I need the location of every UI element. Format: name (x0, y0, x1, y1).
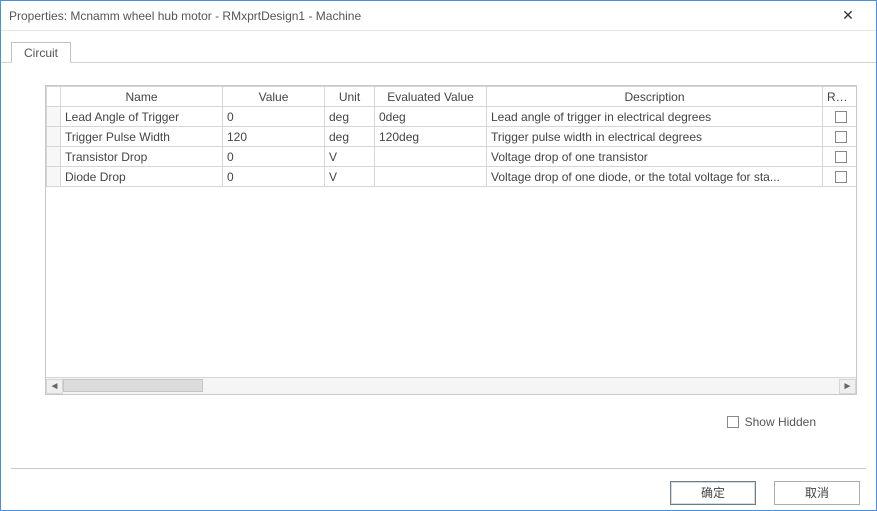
header-handle (47, 87, 61, 107)
cell-value[interactable]: 0 (223, 107, 325, 127)
horizontal-scrollbar[interactable]: ◄ ► (46, 377, 856, 394)
row-handle[interactable] (47, 127, 61, 147)
header-name[interactable]: Name (61, 87, 223, 107)
cell-name: Lead Angle of Trigger (61, 107, 223, 127)
row-handle[interactable] (47, 147, 61, 167)
cell-read[interactable] (823, 167, 857, 187)
cell-unit[interactable]: deg (325, 107, 375, 127)
titlebar: Properties: Mcnamm wheel hub motor - RMx… (1, 1, 876, 31)
tab-strip: Circuit (1, 31, 876, 63)
read-checkbox[interactable] (835, 131, 847, 143)
header-description[interactable]: Description (487, 87, 823, 107)
cell-evaluated: 120deg (375, 127, 487, 147)
grid-table: Name Value Unit Evaluated Value Descript… (46, 86, 856, 187)
row-handle[interactable] (47, 167, 61, 187)
table-row[interactable]: Lead Angle of Trigger0deg0degLead angle … (47, 107, 857, 127)
window-title: Properties: Mcnamm wheel hub motor - RMx… (9, 9, 361, 23)
cell-evaluated (375, 167, 487, 187)
cell-read[interactable] (823, 127, 857, 147)
content-area: Name Value Unit Evaluated Value Descript… (1, 63, 876, 458)
chevron-left-icon: ◄ (50, 381, 60, 392)
cell-name: Transistor Drop (61, 147, 223, 167)
ok-button-label: 确定 (701, 484, 725, 501)
tab-circuit[interactable]: Circuit (11, 42, 71, 63)
cell-description: Voltage drop of one diode, or the total … (487, 167, 823, 187)
tab-label: Circuit (24, 46, 58, 60)
cell-name: Diode Drop (61, 167, 223, 187)
show-hidden-row: Show Hidden (45, 395, 866, 429)
cell-description: Trigger pulse width in electrical degree… (487, 127, 823, 147)
cell-value[interactable]: 0 (223, 147, 325, 167)
cell-value[interactable]: 0 (223, 167, 325, 187)
grid-header-row: Name Value Unit Evaluated Value Descript… (47, 87, 857, 107)
cell-read[interactable] (823, 147, 857, 167)
table-row[interactable]: Transistor Drop0V Voltage drop of one tra… (47, 147, 857, 167)
cell-description: Voltage drop of one transistor (487, 147, 823, 167)
read-checkbox[interactable] (835, 151, 847, 163)
show-hidden-checkbox[interactable] (727, 416, 739, 428)
header-value[interactable]: Value (223, 87, 325, 107)
cell-name: Trigger Pulse Width (61, 127, 223, 147)
show-hidden-label: Show Hidden (745, 415, 816, 429)
table-row[interactable]: Diode Drop0V Voltage drop of one diode, o… (47, 167, 857, 187)
row-handle[interactable] (47, 107, 61, 127)
close-button[interactable]: ✕ (828, 2, 868, 30)
cell-read[interactable] (823, 107, 857, 127)
cell-unit[interactable]: deg (325, 127, 375, 147)
property-grid: Name Value Unit Evaluated Value Descript… (45, 85, 857, 395)
cancel-button-label: 取消 (805, 484, 829, 501)
read-checkbox[interactable] (835, 111, 847, 123)
cell-evaluated (375, 147, 487, 167)
cancel-button[interactable]: 取消 (774, 481, 860, 505)
scroll-track[interactable] (63, 379, 839, 394)
grid-viewport: Name Value Unit Evaluated Value Descript… (46, 86, 856, 377)
read-checkbox[interactable] (835, 171, 847, 183)
header-unit[interactable]: Unit (325, 87, 375, 107)
ok-button[interactable]: 确定 (670, 481, 756, 505)
dialog-footer: 确定 取消 (11, 468, 866, 510)
cell-value[interactable]: 120 (223, 127, 325, 147)
scroll-left-button[interactable]: ◄ (46, 379, 63, 394)
cell-unit[interactable]: V (325, 147, 375, 167)
header-read[interactable]: Read (823, 87, 857, 107)
table-row[interactable]: Trigger Pulse Width120deg120degTrigger p… (47, 127, 857, 147)
cell-evaluated: 0deg (375, 107, 487, 127)
cell-description: Lead angle of trigger in electrical degr… (487, 107, 823, 127)
close-icon: ✕ (842, 7, 854, 24)
properties-dialog: Properties: Mcnamm wheel hub motor - RMx… (0, 0, 877, 511)
chevron-right-icon: ► (843, 381, 853, 392)
scroll-right-button[interactable]: ► (839, 379, 856, 394)
scroll-thumb[interactable] (63, 379, 203, 392)
header-evaluated[interactable]: Evaluated Value (375, 87, 487, 107)
cell-unit[interactable]: V (325, 167, 375, 187)
